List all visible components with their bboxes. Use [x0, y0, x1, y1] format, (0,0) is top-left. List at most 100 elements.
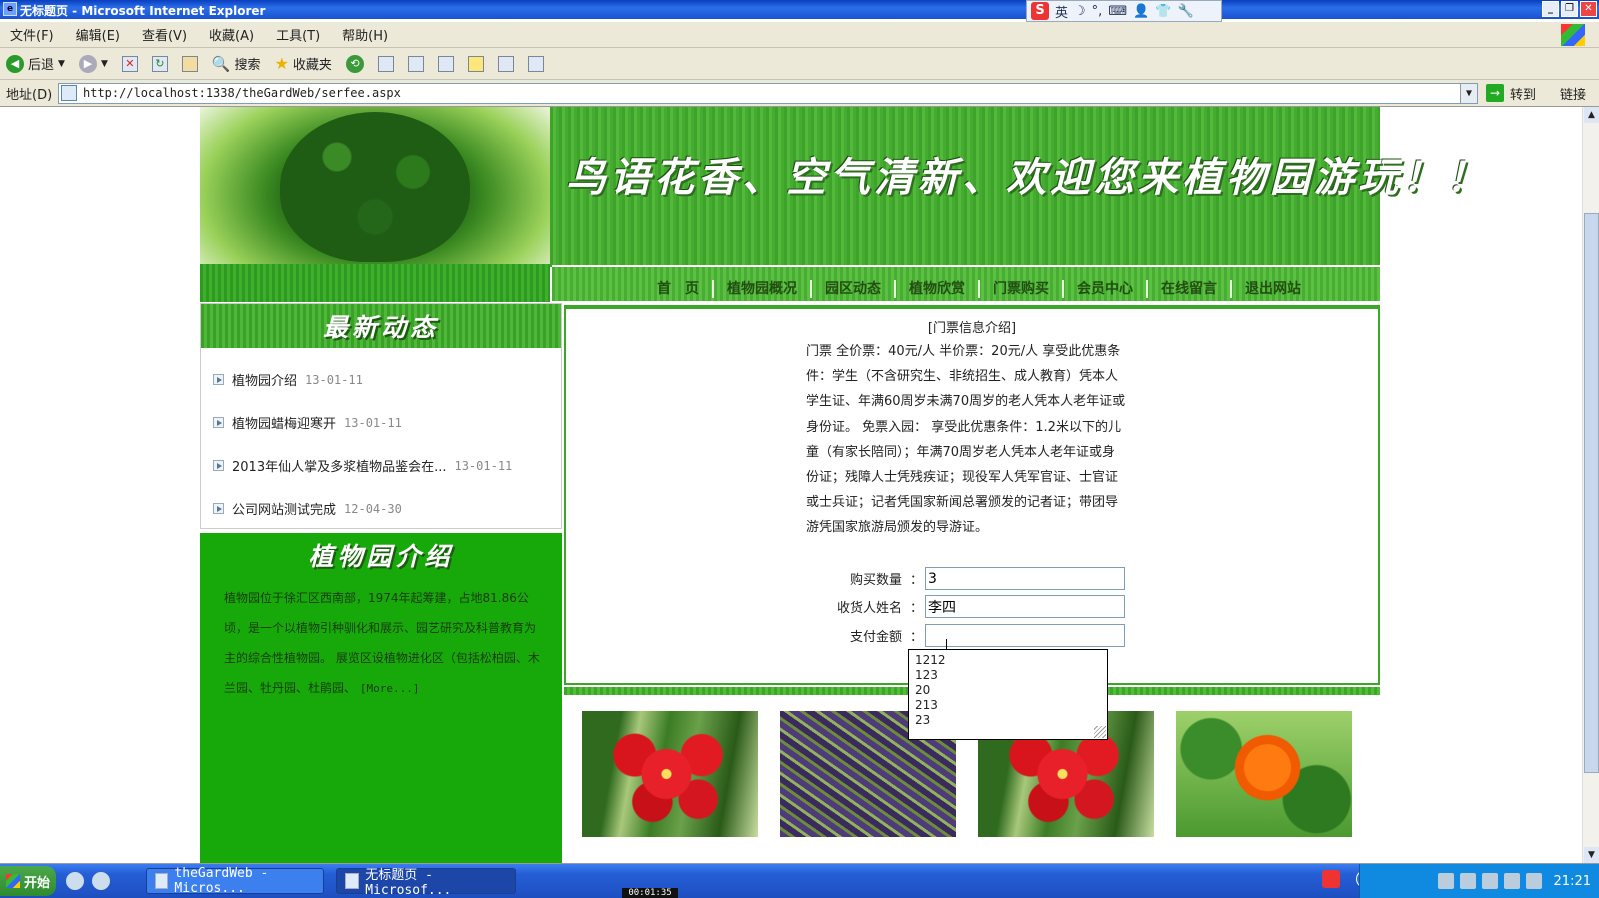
menu-tools[interactable]: 工具(T): [276, 25, 320, 44]
tray-icon[interactable]: [1481, 873, 1498, 889]
desktop-quicklaunch-icon[interactable]: [92, 872, 110, 890]
edit-icon[interactable]: [437, 55, 454, 72]
autocomplete-option[interactable]: 1212: [915, 653, 1107, 668]
autocomplete-dropdown[interactable]: 1212 123 20 213 23: [908, 649, 1108, 740]
news-title[interactable]: 2013年仙人掌及多浆植物品鉴会在...: [232, 456, 446, 475]
menu-help[interactable]: 帮助(H): [342, 25, 388, 44]
forward-button[interactable]: ▶ ▼: [78, 54, 108, 73]
start-button[interactable]: 开始: [0, 866, 56, 896]
ime-skin-icon[interactable]: 👕: [1155, 4, 1171, 19]
nav-overview[interactable]: 植物园概况: [714, 280, 812, 298]
quick-launch: [66, 872, 110, 890]
scroll-up-icon[interactable]: ▲: [1584, 107, 1599, 123]
ticket-description: 门票 全价票：40元/人 半价票：20元/人 享受此优惠条件：学生（不含研究生、…: [806, 344, 1126, 536]
nav-news[interactable]: 园区动态: [812, 280, 896, 298]
forward-dropdown-icon[interactable]: ▼: [101, 59, 108, 69]
menu-edit[interactable]: 编辑(E): [76, 25, 120, 44]
banner-leaves: [280, 112, 470, 262]
news-title[interactable]: 植物园蜡梅迎寒开: [232, 413, 336, 432]
receiver-name-input[interactable]: [925, 595, 1126, 618]
menu-file[interactable]: 文件(F): [10, 25, 54, 44]
ime-punct-icon[interactable]: °,: [1092, 4, 1103, 19]
go-arrow-icon[interactable]: →: [1486, 84, 1504, 102]
taskbar-item-ie[interactable]: 无标题页 - Microsof...: [336, 868, 516, 898]
address-dropdown-icon[interactable]: ▼: [1460, 83, 1477, 103]
nav-home[interactable]: 首 页: [644, 280, 714, 298]
ie-quicklaunch-icon[interactable]: [66, 872, 84, 890]
tray-icon[interactable]: [1503, 873, 1520, 889]
restore-button[interactable]: ❐: [1561, 1, 1578, 17]
address-bar: 地址(D) http://localhost:1338/theGardWeb/s…: [0, 80, 1599, 107]
go-button[interactable]: 转到: [1510, 84, 1536, 103]
autocomplete-option[interactable]: 23: [915, 713, 1107, 728]
clock[interactable]: 21:21: [1554, 874, 1591, 889]
window-titlebar[interactable]: e 无标题页 - Microsoft Internet Explorer _ ❐…: [0, 0, 1599, 19]
sogou-ime-icon[interactable]: S: [1031, 2, 1049, 20]
back-arrow-icon: ◀: [6, 54, 24, 73]
list-item[interactable]: 公司网站测试完成 12-04-30: [213, 487, 553, 530]
vertical-scrollbar[interactable]: ▲ ▼: [1582, 107, 1599, 863]
list-item[interactable]: 2013年仙人掌及多浆植物品鉴会在... 13-01-11: [213, 444, 553, 487]
ime-tools-icon[interactable]: 🔧: [1177, 4, 1193, 19]
sogou-tray-icon[interactable]: [1322, 870, 1340, 888]
intro-more-link[interactable]: [More...]: [360, 682, 420, 695]
nav-plants[interactable]: 植物欣赏: [896, 280, 980, 298]
refresh-icon[interactable]: ↻: [151, 55, 168, 72]
home-icon[interactable]: [181, 55, 198, 72]
ticket-title: [门票信息介绍]: [927, 321, 1017, 336]
minimize-button[interactable]: _: [1542, 1, 1559, 17]
messenger-icon[interactable]: [497, 55, 514, 72]
ime-lang-toggle[interactable]: 英: [1055, 2, 1068, 21]
links-button[interactable]: 链接: [1560, 84, 1586, 103]
bullet-arrow-icon: [213, 503, 224, 514]
address-input[interactable]: http://localhost:1338/theGardWeb/serfee.…: [58, 82, 1478, 104]
ime-keyboard-icon[interactable]: ⌨: [1108, 4, 1127, 19]
back-button[interactable]: ◀ 后退 ▼: [6, 54, 65, 73]
news-title[interactable]: 公司网站测试完成: [232, 499, 336, 518]
ime-toolbar[interactable]: S 英 ☽ °, ⌨ 👤 👕 🔧: [1026, 0, 1222, 22]
taskbar: 开始 theGardWeb - Micros... 无标题页 - Microso…: [0, 864, 1599, 898]
payment-amount-input[interactable]: [925, 624, 1126, 647]
menu-view[interactable]: 查看(V): [142, 25, 187, 44]
list-item[interactable]: 植物园介绍 13-01-11: [213, 358, 553, 401]
list-item[interactable]: 植物园蜡梅迎寒开 13-01-11: [213, 401, 553, 444]
mail-icon[interactable]: [377, 55, 394, 72]
nav-member[interactable]: 会员中心: [1064, 280, 1148, 298]
vs-app-icon: [155, 873, 169, 889]
history-icon[interactable]: ⟲: [345, 54, 364, 73]
scroll-down-icon[interactable]: ▼: [1584, 847, 1599, 863]
tray-icon[interactable]: [1459, 873, 1476, 889]
nav-message[interactable]: 在线留言: [1148, 280, 1232, 298]
print-icon[interactable]: [407, 55, 424, 72]
autocomplete-option[interactable]: 123: [915, 668, 1107, 683]
autocomplete-option[interactable]: 213: [915, 698, 1107, 713]
search-button[interactable]: 🔍 搜索: [212, 54, 261, 74]
ticket-panel: [门票信息介绍] 门票 全价票：40元/人 半价票：20元/人 享受此优惠条件：…: [564, 305, 1380, 685]
quantity-input[interactable]: [925, 567, 1126, 590]
autocomplete-option[interactable]: 20: [915, 683, 1107, 698]
ie-app-icon: e: [3, 2, 17, 16]
back-dropdown-icon[interactable]: ▼: [58, 59, 65, 69]
ime-user-icon[interactable]: 👤: [1133, 4, 1149, 19]
intro-text: 植物园位于徐汇区西南部，1974年起筹建，占地81.86公顷，是一个以植物引种驯…: [224, 591, 540, 695]
taskbar-item-thegardweb[interactable]: theGardWeb - Micros...: [146, 866, 324, 896]
window-controls: _ ❐ ✕: [1542, 1, 1597, 17]
scroll-thumb[interactable]: [1584, 213, 1599, 773]
menu-bar: 文件(F) 编辑(E) 查看(V) 收藏(A) 工具(T) 帮助(H): [0, 22, 1599, 48]
amaryllis-photo[interactable]: [582, 711, 758, 837]
nav-tickets[interactable]: 门票购买: [980, 280, 1064, 298]
tray-icon[interactable]: [1525, 873, 1542, 889]
favorites-button[interactable]: ★ 收藏夹: [275, 54, 332, 73]
news-title[interactable]: 植物园介绍: [232, 370, 297, 389]
discuss-icon[interactable]: [467, 55, 484, 72]
nav-exit[interactable]: 退出网站: [1232, 280, 1314, 298]
tray-icon[interactable]: [1437, 873, 1454, 889]
resize-grip-icon[interactable]: [1094, 726, 1106, 738]
news-list: 植物园介绍 13-01-11 植物园蜡梅迎寒开 13-01-11 2013年仙人…: [213, 358, 553, 530]
close-button[interactable]: ✕: [1580, 1, 1597, 17]
ime-moon-icon[interactable]: ☽: [1074, 4, 1086, 19]
research-icon[interactable]: [527, 55, 544, 72]
pomegranate-flower-photo[interactable]: [1176, 711, 1352, 837]
stop-icon[interactable]: ✕: [121, 55, 138, 72]
menu-favorites[interactable]: 收藏(A): [209, 25, 254, 44]
